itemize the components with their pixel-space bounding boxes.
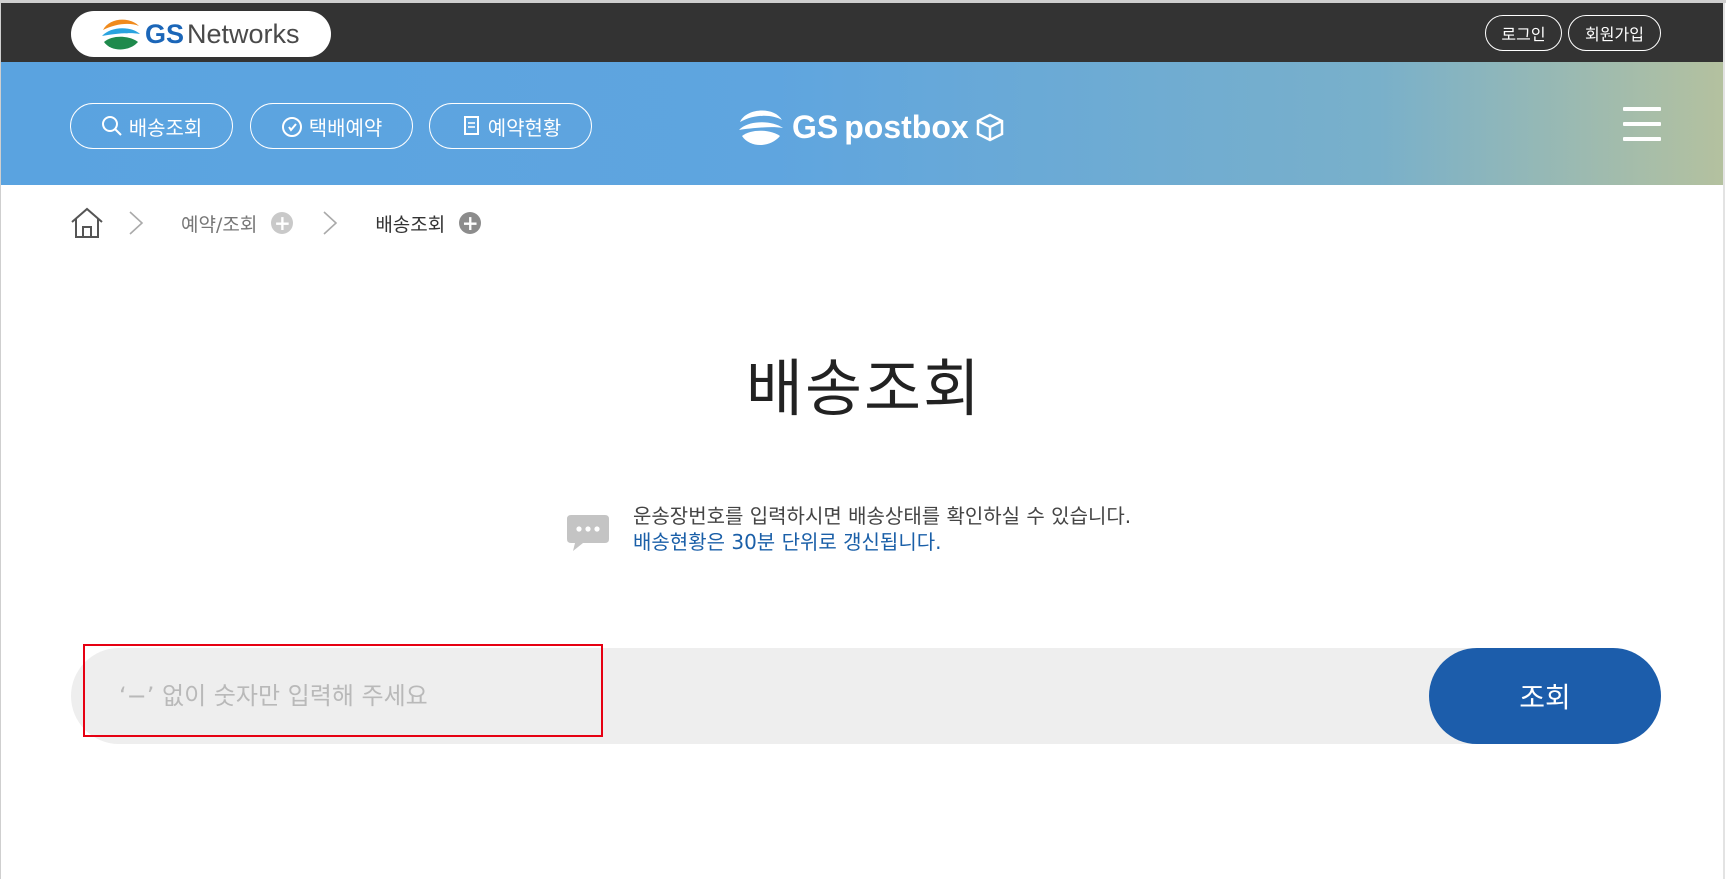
box-icon [976,113,1003,142]
gs-swirl-logo-icon [739,110,783,145]
nav-reservation-label: 택배예약 [308,115,383,140]
hamburger-line [1623,137,1661,141]
brand-gs-text: GS [792,108,839,145]
hamburger-line [1623,122,1661,126]
top-bar: GS Networks 로그인 회원가입 [1,3,1723,62]
tracking-search-box [71,648,1661,744]
home-icon[interactable] [69,205,105,241]
gs-postbox-logo[interactable]: GS postbox [736,100,1005,154]
nav-status-button[interactable]: 예약현황 [429,103,592,149]
speech-bubble-icon [567,515,609,551]
chevron-right-icon [323,211,338,235]
document-icon [463,116,479,135]
info-line-2: 배송현황은 30분 단위로 갱신됩니다. [633,530,942,554]
brand-postbox-text: postbox [844,108,969,145]
page-title: 배송조회 [745,352,983,425]
login-button[interactable]: 로그인 [1485,15,1562,51]
plus-circle-icon[interactable]: + [271,211,294,235]
signup-button[interactable]: 회원가입 [1568,15,1661,51]
clock-icon [281,117,302,137]
divider [1723,3,1725,879]
gs-networks-logo[interactable]: GS Networks [71,11,331,57]
hamburger-line [1623,107,1661,111]
gs-swirl-logo-icon [101,14,141,54]
breadcrumb-item-reservation[interactable]: 예약/조회 [181,210,257,237]
page: GS Networks 로그인 회원가입 배송조회 택배예약 예약현황 GS p… [0,0,1726,879]
logo-networks-text: Networks [187,18,300,49]
nav-reservation-button[interactable]: 택배예약 [250,103,413,149]
nav-status-label: 예약현황 [487,115,562,140]
menu-hamburger-icon[interactable] [1623,107,1661,145]
search-icon [101,116,122,136]
main-header: 배송조회 택배예약 예약현황 GS postbox [1,62,1723,185]
breadcrumb: 예약/조회 + 배송조회 + [69,203,482,243]
breadcrumb-item-tracking[interactable]: 배송조회 [375,210,445,237]
search-button[interactable]: 조회 [1429,648,1661,744]
nav-tracking-button[interactable]: 배송조회 [70,103,233,149]
info-message: 운송장번호를 입력하시면 배송상태를 확인하실 수 있습니다. 배송현황은 30… [565,503,1131,555]
info-line-1: 운송장번호를 입력하시면 배송상태를 확인하실 수 있습니다. [633,504,1132,528]
logo-gs-text: GS [145,18,185,49]
plus-circle-icon[interactable]: + [459,211,482,235]
chevron-right-icon [129,211,144,235]
tracking-number-input[interactable] [119,648,1319,744]
info-text: 운송장번호를 입력하시면 배송상태를 확인하실 수 있습니다. 배송현황은 30… [633,503,1131,555]
nav-tracking-label: 배송조회 [128,115,203,140]
